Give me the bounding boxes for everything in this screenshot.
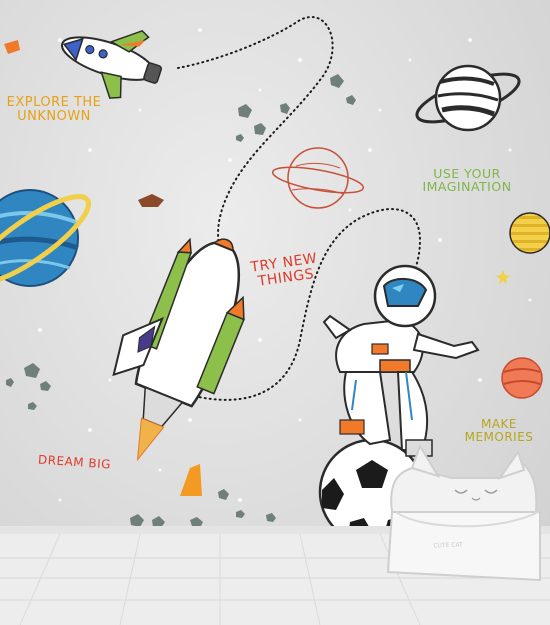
astronaut [322,264,480,457]
mural-artwork [0,16,550,625]
yellow-star-small [496,270,510,284]
sofa-label: CUTE CAT [433,541,463,550]
ringed-planet-top-right [415,64,521,132]
make-memories-text: MAKE MEMORIES [464,417,534,444]
space-mural-room: EXPLORE THE UNKNOWN TRY NEW THINGS USE Y… [0,0,550,625]
orange-gem [180,464,202,496]
orange-planet [501,357,543,399]
blue-ringed-planet [0,189,91,287]
asteroid-cluster-bottom [130,489,276,528]
outline-planet-center [271,147,365,209]
orange-rock [4,40,20,54]
explore-text: EXPLORE THE UNKNOWN [6,95,102,124]
brown-rock [138,194,164,207]
asteroid-cluster-top [236,74,356,142]
imagination-text: USE YOUR IMAGINATION [422,166,512,195]
asteroid-cluster-left [6,363,51,410]
big-rocket [112,237,245,462]
yellow-striped-planet [509,212,550,254]
